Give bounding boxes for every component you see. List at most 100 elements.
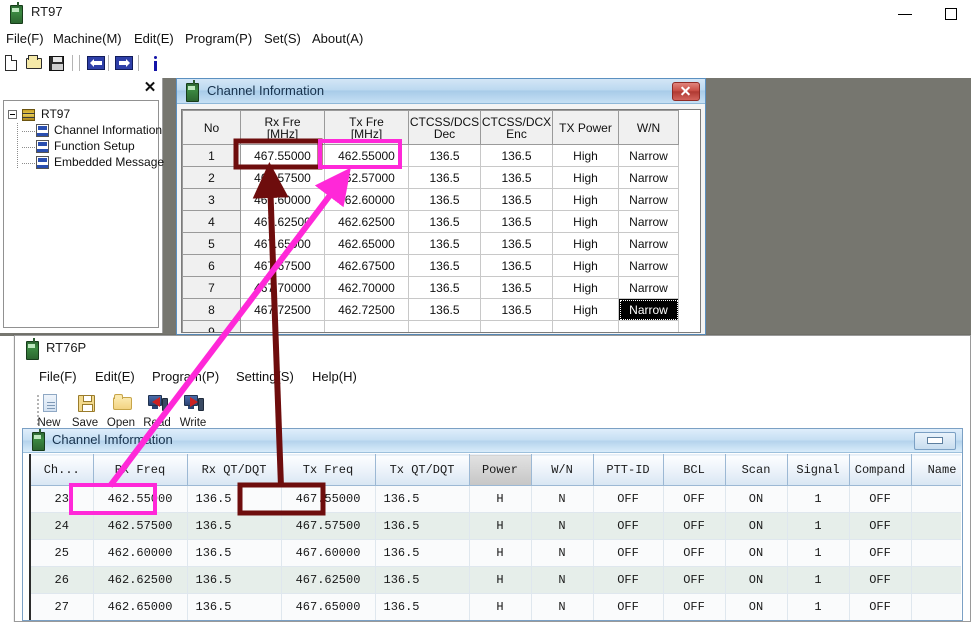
table-row[interactable]: 2 467.57500 462.57000 136.5 136.5 High Narrow [182, 166, 679, 189]
cell-rx-qt-dqt[interactable]: 136.5 [187, 512, 282, 540]
cell-no[interactable]: 6 [182, 254, 241, 277]
rt97-channel-grid-container[interactable]: No Rx Fre [MHz] Tx Fre [MHz] CTCSS/DCS D… [181, 109, 701, 333]
cell-tx-freq[interactable]: 462.62500 [324, 210, 409, 233]
cell-tx-power[interactable]: High [552, 144, 619, 167]
cell-scan[interactable]: ON [725, 539, 788, 567]
cell-rx-freq[interactable]: 467.70000 [240, 276, 325, 299]
cell-wn[interactable]: N [531, 593, 594, 620]
cell-tx-power[interactable]: High [552, 188, 619, 211]
cell-rx-qt-dqt[interactable]: 136.5 [187, 539, 282, 567]
cell-ctcss-enc[interactable]: 136.5 [480, 144, 553, 167]
cell-bcl[interactable]: OFF [663, 566, 726, 594]
cell-ctcss-enc[interactable]: 136.5 [480, 298, 553, 321]
cell-rx-freq[interactable]: 462.60000 [93, 539, 188, 567]
column-header-no[interactable]: No [182, 110, 241, 145]
cell-tx-freq[interactable]: 467.57500 [281, 512, 376, 540]
cell-wn[interactable]: Narrow [618, 210, 679, 233]
cell-tx-freq[interactable]: 467.65000 [281, 593, 376, 620]
cell-no[interactable]: 2 [182, 166, 241, 189]
cell-scan[interactable]: ON [725, 593, 788, 620]
column-header-rx-freq[interactable]: Rx Fre [MHz] [240, 110, 325, 145]
cell-ctcss-dec[interactable]: 136.5 [408, 144, 481, 167]
cell-tx-power[interactable]: High [552, 232, 619, 255]
cell-no[interactable]: 1 [182, 144, 241, 167]
menu-file[interactable]: File(F) [2, 30, 48, 48]
cell-channel[interactable]: 23 [31, 485, 94, 513]
cell-bcl[interactable]: OFF [663, 539, 726, 567]
cell-tx-power[interactable]: High [552, 210, 619, 233]
column-header-rx-qt-dqt[interactable]: Rx QT/DQT [187, 454, 282, 486]
column-header-scan[interactable]: Scan [725, 454, 788, 486]
cell-no[interactable]: 8 [182, 298, 241, 321]
cell-ctcss-dec[interactable] [408, 320, 481, 332]
cell-rx-freq[interactable]: 462.55000 [93, 485, 188, 513]
column-header-tx-freq[interactable]: Tx Fre [MHz] [324, 110, 409, 145]
cell-no[interactable]: 4 [182, 210, 241, 233]
info-icon[interactable] [146, 54, 166, 73]
cell-ctcss-enc[interactable]: 136.5 [480, 188, 553, 211]
cell-scan[interactable]: ON [725, 566, 788, 594]
cell-tx-power[interactable] [552, 320, 619, 332]
cell-rx-freq[interactable]: 467.60000 [240, 188, 325, 211]
cell-ctcss-dec[interactable]: 136.5 [408, 188, 481, 211]
table-row[interactable]: 26 462.62500 136.5 467.62500 136.5 H N OFF OFF ON… [31, 566, 961, 594]
cell-power[interactable]: H [469, 593, 532, 620]
menu-machine[interactable]: Machine(M) [49, 30, 126, 48]
cell-tx-qt-dqt[interactable]: 136.5 [375, 485, 470, 513]
cell-compand[interactable]: OFF [849, 593, 912, 620]
cell-ctcss-dec[interactable]: 136.5 [408, 210, 481, 233]
read-from-device-icon[interactable] [86, 54, 106, 73]
column-header-name[interactable]: Name [911, 454, 961, 486]
cell-tx-freq[interactable]: 462.60000 [324, 188, 409, 211]
write-to-device-icon[interactable] [114, 54, 134, 73]
menu-program[interactable]: Program(P) [148, 368, 223, 386]
column-header-ctcss-dcx-enc[interactable]: CTCSS/DCX Enc [480, 110, 553, 145]
cell-wn[interactable] [618, 320, 679, 332]
minimize-child-button[interactable] [914, 432, 956, 450]
menu-edit[interactable]: Edit(E) [91, 368, 139, 386]
table-row[interactable]: 6 467.67500 462.67500 136.5 136.5 High Narrow [182, 254, 679, 277]
column-header-ctcss-dcs-dec[interactable]: CTCSS/DCS Dec [408, 110, 481, 145]
cell-bcl[interactable]: OFF [663, 485, 726, 513]
cell-wn[interactable]: N [531, 566, 594, 594]
cell-tx-power[interactable]: High [552, 298, 619, 321]
new-file-icon[interactable] [2, 54, 22, 73]
table-row[interactable]: 24 462.57500 136.5 467.57500 136.5 H N OFF OFF ON… [31, 512, 961, 540]
table-row[interactable]: 3 467.60000 462.60000 136.5 136.5 High Narrow [182, 188, 679, 211]
table-row[interactable]: 1 467.55000 462.55000 136.5 136.5 High Narrow [182, 144, 679, 167]
cell-ctcss-dec[interactable]: 136.5 [408, 276, 481, 299]
cell-power[interactable]: H [469, 566, 532, 594]
column-header-signal[interactable]: Signal [787, 454, 850, 486]
column-header-rx-freq[interactable]: Rx Freq [93, 454, 188, 486]
cell-tx-qt-dqt[interactable]: 136.5 [375, 566, 470, 594]
cell-rx-qt-dqt[interactable]: 136.5 [187, 593, 282, 620]
cell-wn[interactable]: N [531, 512, 594, 540]
cell-ctcss-dec[interactable]: 136.5 [408, 166, 481, 189]
cell-ptt-id[interactable]: OFF [593, 512, 664, 540]
cell-power[interactable]: H [469, 539, 532, 567]
table-row[interactable]: 4 467.62500 462.62500 136.5 136.5 High Narrow [182, 210, 679, 233]
cell-ctcss-enc[interactable] [480, 320, 553, 332]
menu-program[interactable]: Program(P) [181, 30, 256, 48]
cell-tx-freq[interactable]: 462.65000 [324, 232, 409, 255]
cell-wn[interactable]: Narrow [618, 298, 679, 321]
cell-no[interactable]: 7 [182, 276, 241, 299]
cell-rx-freq[interactable]: 462.65000 [93, 593, 188, 620]
table-row[interactable]: 23 462.55000 136.5 467.55000 136.5 H N OFF OFF ON… [31, 485, 961, 513]
menu-setting[interactable]: Setting(S) [232, 368, 298, 386]
cell-rx-qt-dqt[interactable]: 136.5 [187, 566, 282, 594]
cell-tx-freq[interactable] [324, 320, 409, 332]
cell-compand[interactable]: OFF [849, 566, 912, 594]
cell-channel[interactable]: 25 [31, 539, 94, 567]
cell-tx-freq[interactable]: 462.55000 [324, 144, 409, 167]
cell-scan[interactable]: ON [725, 512, 788, 540]
cell-signal[interactable]: 1 [787, 539, 850, 567]
cell-compand[interactable]: OFF [849, 485, 912, 513]
cell-power[interactable]: H [469, 485, 532, 513]
cell-tx-freq[interactable]: 462.57000 [324, 166, 409, 189]
cell-tx-freq[interactable]: 462.72500 [324, 298, 409, 321]
cell-rx-freq[interactable]: 462.62500 [93, 566, 188, 594]
column-header-power[interactable]: Power [469, 454, 532, 486]
cell-rx-freq[interactable]: 467.67500 [240, 254, 325, 277]
menu-help[interactable]: Help(H) [308, 368, 361, 386]
